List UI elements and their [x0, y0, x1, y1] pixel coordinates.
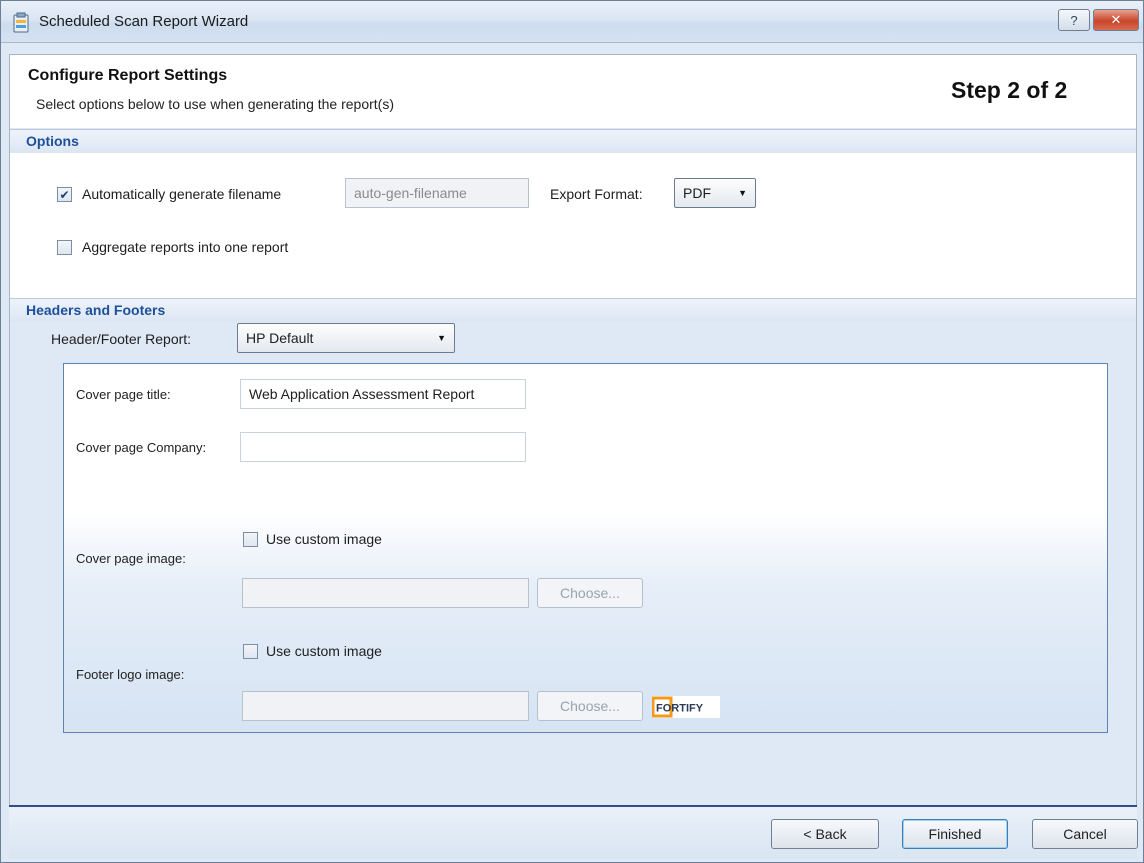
options-panel [9, 153, 1137, 299]
footer-choose-button[interactable]: Choose... [537, 691, 643, 721]
export-format-label: Export Format: [550, 186, 643, 202]
footer-logo-text: FORTIFY [656, 703, 704, 715]
finished-button[interactable]: Finished [902, 819, 1008, 849]
headers-footers-section-header: Headers and Footers [9, 298, 1137, 322]
wizard-window: Scheduled Scan Report Wizard ? ✕ Configu… [0, 0, 1144, 863]
close-icon: ✕ [1110, 12, 1122, 27]
window-title: Scheduled Scan Report Wizard [39, 13, 249, 30]
header-footer-report-label: Header/Footer Report: [51, 331, 192, 347]
finished-label: Finished [928, 826, 982, 842]
aggregate-label: Aggregate reports into one report [82, 239, 289, 255]
auto-filename-label: Automatically generate filename [82, 186, 282, 202]
export-format-value: PDF [683, 185, 711, 201]
back-button[interactable]: < Back [771, 819, 879, 849]
cover-custom-image-label: Use custom image [266, 531, 382, 547]
cover-choose-label: Choose... [560, 585, 620, 601]
aggregate-checkbox[interactable] [57, 240, 72, 255]
cover-custom-image-checkbox[interactable] [243, 532, 258, 547]
options-section-header: Options [9, 129, 1137, 153]
cover-title-input[interactable]: Web Application Assessment Report [240, 379, 526, 409]
footer-choose-label: Choose... [560, 698, 620, 714]
chevron-down-icon: ▼ [437, 333, 446, 343]
cancel-label: Cancel [1063, 826, 1107, 842]
cancel-button[interactable]: Cancel [1032, 819, 1138, 849]
checkmark-icon: ✔ [59, 187, 70, 202]
header-footer-report-value: HP Default [246, 330, 314, 346]
cover-image-path-input[interactable] [242, 578, 529, 608]
page-subtitle: Select options below to use when generat… [36, 96, 394, 112]
footer-logo-path-input[interactable] [242, 691, 529, 721]
title-bar: Scheduled Scan Report Wizard ? ✕ [1, 1, 1143, 43]
help-icon: ? [1070, 12, 1078, 28]
wizard-app-icon [13, 12, 29, 33]
fortify-logo-image: FORTIFY [652, 696, 720, 718]
cover-company-label: Cover page Company: [76, 440, 207, 455]
export-format-select[interactable]: PDF ▼ [674, 178, 756, 208]
filename-value: auto-gen-filename [354, 185, 467, 201]
cover-image-label: Cover page image: [76, 551, 186, 566]
cover-title-value: Web Application Assessment Report [249, 386, 475, 402]
close-button[interactable]: ✕ [1093, 9, 1139, 31]
headers-footers-section-title: Headers and Footers [26, 302, 166, 318]
footer-custom-image-label: Use custom image [266, 643, 382, 659]
filename-input[interactable]: auto-gen-filename [345, 178, 529, 208]
auto-filename-checkbox[interactable]: ✔ [57, 187, 72, 202]
footer-logo-label: Footer logo image: [76, 667, 185, 682]
cover-title-label: Cover page title: [76, 387, 171, 402]
step-indicator: Step 2 of 2 [951, 77, 1068, 103]
page-title: Configure Report Settings [28, 67, 228, 84]
cover-choose-button[interactable]: Choose... [537, 578, 643, 608]
options-section-title: Options [26, 133, 79, 149]
chevron-down-icon: ▼ [738, 188, 747, 198]
help-button[interactable]: ? [1058, 9, 1090, 31]
cover-company-input[interactable] [240, 432, 526, 462]
header-footer-report-select[interactable]: HP Default ▼ [237, 323, 455, 353]
report-settings-group [63, 363, 1108, 733]
footer-custom-image-checkbox[interactable] [243, 644, 258, 659]
back-label: < Back [803, 826, 847, 842]
